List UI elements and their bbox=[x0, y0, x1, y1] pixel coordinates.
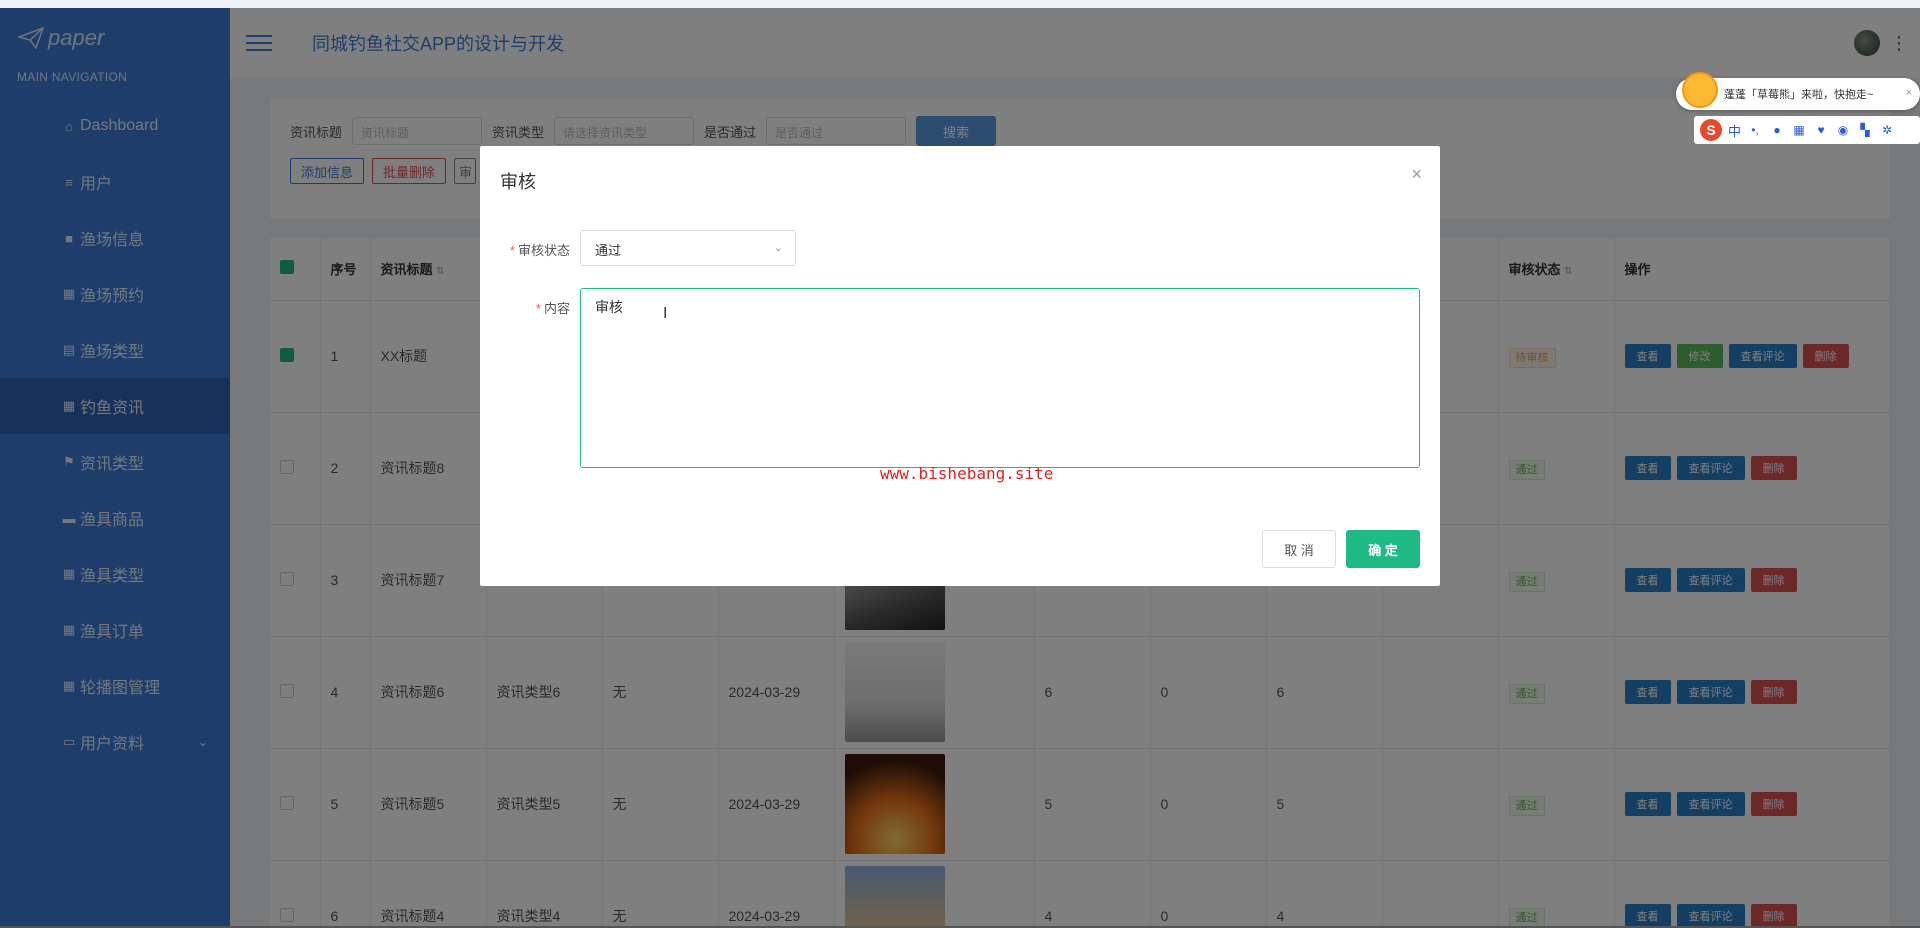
settings-icon[interactable]: ✲ bbox=[1879, 122, 1895, 138]
review-dialog: 审核 × * 审核状态 通过 ⌄ * 内容 审核 I www.bishebang.s… bbox=[480, 146, 1440, 586]
ime-mode-toggle[interactable]: 中 bbox=[1728, 121, 1741, 140]
watermark: www.bishebang.site bbox=[880, 464, 1054, 483]
chevron-down-icon: ⌄ bbox=[773, 242, 783, 254]
status-label: * 审核状态 bbox=[509, 243, 570, 258]
toolbox-icon[interactable]: ▚ bbox=[1857, 122, 1873, 138]
status-label-text: 审核状态 bbox=[517, 243, 570, 258]
status-select[interactable]: 通过 ⌄ bbox=[580, 230, 796, 266]
cancel-button[interactable]: 取 消 bbox=[1262, 530, 1336, 568]
content-textarea-value: 审核 bbox=[595, 299, 623, 315]
app-root: paper MAIN NAVIGATION ⌂Dashboard ≡用户 ■渔场… bbox=[0, 0, 1920, 928]
confirm-button[interactable]: 确 定 bbox=[1346, 530, 1420, 568]
ime-widget: 蓬蓬「草莓熊」来啦，快抱走~ × S 中 •, ● ▦ ♥ ◉ ▚ ✲ bbox=[1676, 72, 1920, 146]
ime-message: 蓬蓬「草莓熊」来啦，快抱走~ bbox=[1724, 89, 1874, 101]
dialog-title: 审核 bbox=[500, 172, 536, 192]
sogou-logo-icon[interactable]: S bbox=[1700, 119, 1722, 141]
status-select-value: 通过 bbox=[595, 243, 622, 258]
microphone-icon[interactable]: ● bbox=[1769, 122, 1785, 138]
punctuation-icon[interactable]: •, bbox=[1747, 122, 1763, 138]
keyboard-icon[interactable]: ▦ bbox=[1791, 122, 1807, 138]
content-label-text: 内容 bbox=[543, 301, 570, 316]
content-label: * 内容 bbox=[535, 301, 570, 316]
skin-icon[interactable]: ♥ bbox=[1813, 122, 1829, 138]
ime-toolbar: S 中 •, ● ▦ ♥ ◉ ▚ ✲ bbox=[1694, 116, 1920, 144]
ime-notification[interactable]: 蓬蓬「草莓熊」来啦，快抱走~ × bbox=[1676, 72, 1920, 110]
game-icon[interactable]: ◉ bbox=[1835, 122, 1851, 138]
content-textarea[interactable]: 审核 I bbox=[580, 288, 1420, 468]
close-icon[interactable]: × bbox=[1411, 164, 1422, 185]
close-icon[interactable]: × bbox=[1906, 87, 1912, 99]
text-cursor-icon: I bbox=[663, 305, 668, 322]
sun-mascot-icon bbox=[1682, 72, 1718, 108]
